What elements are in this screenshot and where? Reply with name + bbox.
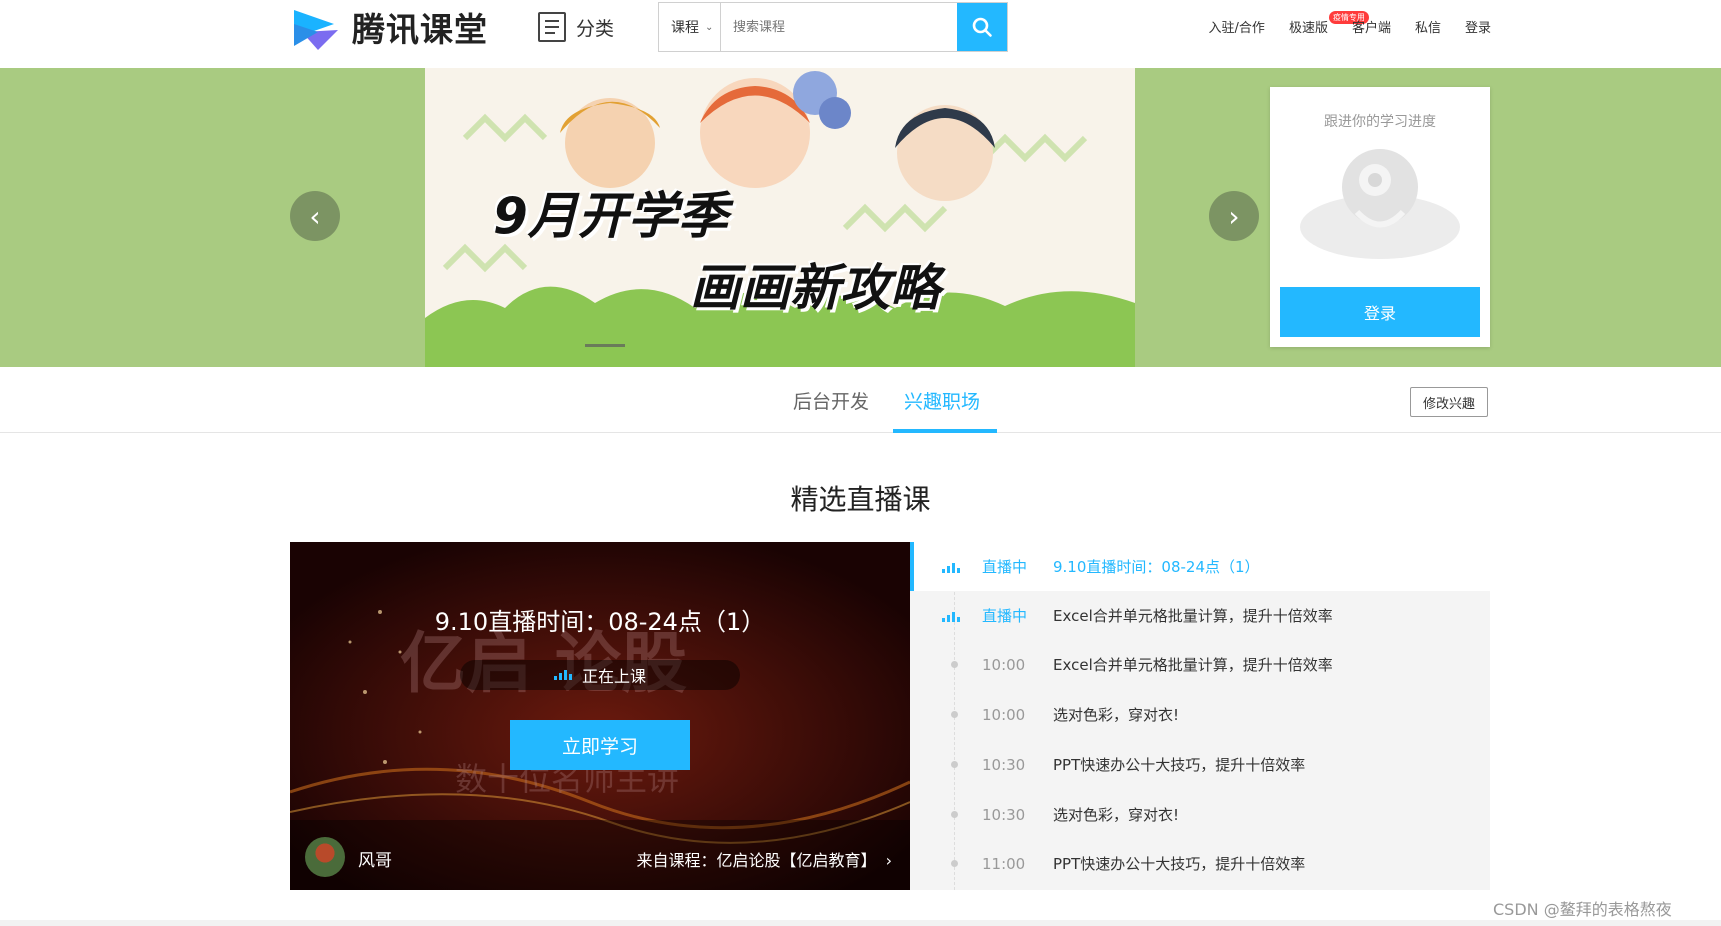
chevron-left-icon: ‹ (309, 199, 321, 233)
timeline-dot (951, 811, 958, 818)
page-bottom-divider (0, 920, 1721, 926)
nav-join[interactable]: 入驻/合作 (1209, 17, 1265, 36)
banner-headline-2: 画画新攻略 (690, 259, 940, 317)
schedule-row[interactable]: 直播中 9.10直播时间：08-24点（1） (910, 542, 1490, 591)
search-bar: 课程 ⌄ (658, 2, 1008, 52)
schedule-title: Excel合并单元格批量计算，提升十倍效率 (1053, 656, 1333, 674)
timeline-dot (951, 711, 958, 718)
carousel-indicator[interactable] (585, 344, 625, 347)
mascot-icon (1300, 149, 1460, 259)
login-card: 跟进你的学习进度 登录 (1270, 87, 1490, 347)
logo-text: 腾讯课堂 (352, 10, 488, 49)
logo-play-icon (294, 10, 338, 50)
chevron-right-icon: › (1228, 199, 1240, 233)
schedule-time: 直播中 (982, 558, 1028, 576)
chevron-down-icon: ⌄ (705, 21, 714, 33)
active-tab-indicator (893, 429, 997, 433)
schedule-row[interactable]: 10:30 选对色彩，穿对衣! (910, 790, 1490, 839)
timeline-dot (951, 661, 958, 668)
live-bars-icon (942, 561, 962, 573)
banner-prev-button[interactable]: ‹ (290, 191, 340, 241)
teacher-name[interactable]: 风哥 (358, 846, 392, 871)
live-player[interactable]: 亿启 论股 数十位名师主讲 9.10直播时间：08-24点（1） 正在上课 立即… (290, 542, 910, 890)
nav-client[interactable]: 客户端 (1352, 17, 1391, 36)
live-title: 9.10直播时间：08-24点（1） (434, 608, 766, 636)
schedule-time: 10:30 (982, 805, 1026, 824)
search-input[interactable] (721, 3, 957, 51)
schedule-row[interactable]: 10:00 Excel合并单元格批量计算，提升十倍效率 (910, 640, 1490, 689)
schedule-row[interactable]: 直播中 Excel合并单元格批量计算，提升十倍效率 (910, 591, 1490, 640)
section-title: 精选直播课 (790, 483, 931, 516)
schedule-row[interactable]: 11:00 PPT快速办公十大技巧，提升十倍效率 (910, 839, 1490, 888)
banner: 9月开学季 画画新攻略 ‹ › 跟进你的学习进度 登录 (0, 68, 1721, 367)
schedule-title: Excel合并单元格批量计算，提升十倍效率 (1053, 607, 1333, 625)
search-scope-select[interactable]: 课程 ⌄ (659, 3, 721, 51)
list-icon (538, 12, 566, 42)
live-schedule: 直播中 9.10直播时间：08-24点（1） 直播中 Excel合并单元格批量计… (910, 542, 1490, 890)
banner-next-button[interactable]: › (1209, 191, 1259, 241)
study-now-button[interactable]: 立即学习 (510, 720, 690, 770)
schedule-time: 直播中 (982, 607, 1028, 625)
nav-messages[interactable]: 私信 (1415, 17, 1441, 36)
schedule-time: 10:00 (982, 705, 1026, 724)
schedule-row[interactable]: 10:00 选对色彩，穿对衣! (910, 690, 1490, 739)
edit-interest-button[interactable]: 修改兴趣 (1410, 387, 1488, 417)
schedule-time: 11:00 (982, 854, 1026, 873)
login-tip: 跟进你的学习进度 (1324, 114, 1436, 130)
category-label: 分类 (576, 17, 615, 40)
player-footer: 风哥 来自课程：亿启论股【亿启教育】 › (290, 820, 910, 890)
search-button[interactable] (957, 3, 1007, 51)
course-link-text: 来自课程：亿启论股【亿启教育】 (636, 851, 877, 870)
schedule-title: 选对色彩，穿对衣! (1053, 806, 1180, 824)
nav-lite[interactable]: 极速版 疫情专用 (1288, 11, 1369, 36)
schedule-title: PPT快速办公十大技巧，提升十倍效率 (1053, 855, 1306, 873)
live-bars-icon (553, 670, 572, 680)
chevron-right-icon: › (885, 851, 892, 870)
nav-login[interactable]: 登录 (1465, 17, 1491, 36)
nav-lite-label: 极速版 (1288, 21, 1328, 36)
interest-tabs: 后台开发 兴趣职场 修改兴趣 (0, 367, 1721, 433)
teacher-avatar[interactable] (305, 837, 345, 877)
live-bars-icon (942, 610, 962, 622)
tab-backend[interactable]: 后台开发 (793, 387, 869, 414)
schedule-time: 10:00 (982, 655, 1026, 674)
live-status-text: 正在上课 (581, 667, 646, 686)
watermark: CSDN @鳌拜的表格熬夜 (1493, 900, 1672, 919)
tab-interest[interactable]: 兴趣职场 (904, 387, 980, 414)
top-nav: 入驻/合作 极速版 疫情专用 客户端 私信 登录 (1185, 11, 1491, 36)
schedule-time: 10:30 (982, 755, 1026, 774)
category-menu[interactable]: 分类 (538, 12, 614, 42)
schedule-title: 9.10直播时间：08-24点（1） (1053, 558, 1260, 576)
schedule-title: PPT快速办公十大技巧，提升十倍效率 (1053, 756, 1306, 774)
logo[interactable]: 腾讯课堂 (288, 2, 488, 52)
top-header: 腾讯课堂 分类 课程 ⌄ 入驻/合作 极速版 疫情专用 客户端 私信 登录 (0, 0, 1721, 68)
course-link[interactable]: 来自课程：亿启论股【亿启教育】 › (636, 847, 892, 871)
search-scope-label: 课程 (671, 20, 699, 36)
login-button[interactable]: 登录 (1280, 287, 1480, 337)
schedule-title: 选对色彩，穿对衣! (1053, 706, 1180, 724)
banner-slide[interactable]: 9月开学季 画画新攻略 (425, 68, 1135, 367)
banner-headline-1: 9月开学季 (493, 187, 728, 245)
schedule-row[interactable]: 10:30 PPT快速办公十大技巧，提升十倍效率 (910, 740, 1490, 789)
live-status-badge: 正在上课 (460, 660, 740, 690)
timeline-dot (951, 761, 958, 768)
timeline-dot (951, 860, 958, 867)
search-icon (972, 17, 992, 37)
